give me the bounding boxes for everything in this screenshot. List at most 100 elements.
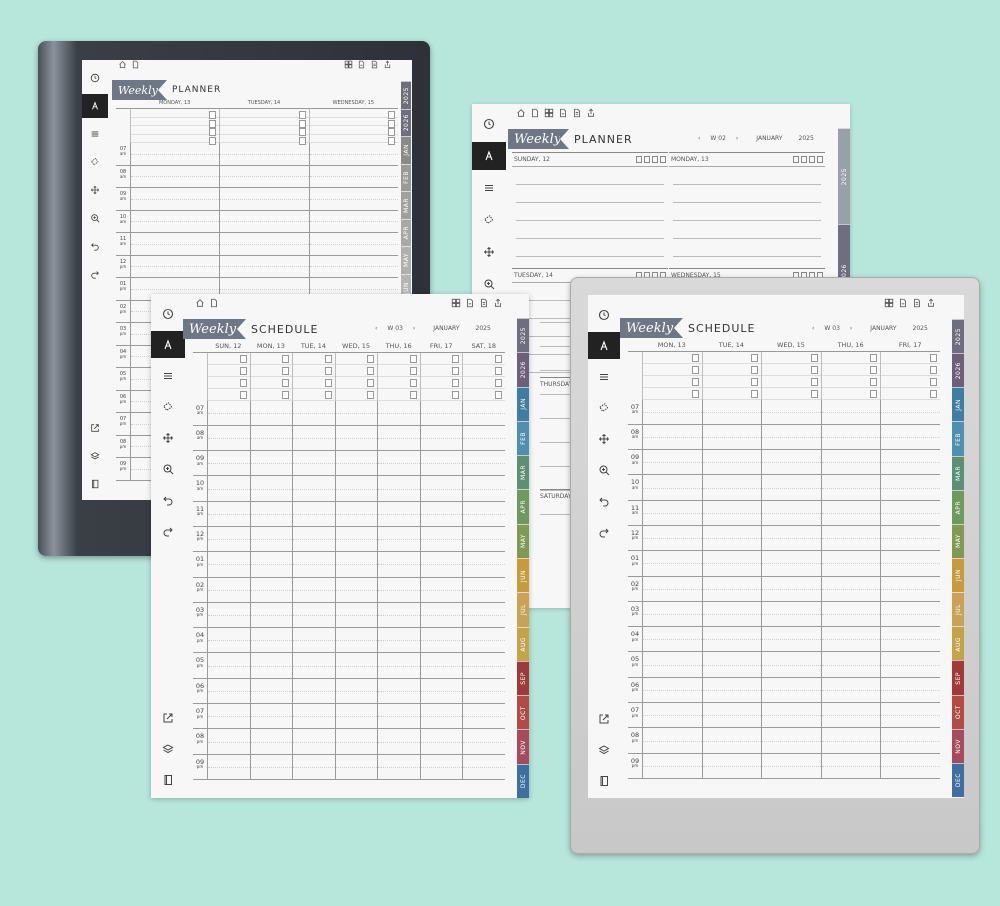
time-cell[interactable] — [308, 165, 399, 187]
time-cell[interactable] — [207, 704, 250, 729]
time-cell[interactable] — [701, 576, 762, 601]
time-cell[interactable] — [419, 602, 463, 628]
task-line[interactable] — [643, 352, 702, 364]
time-cell[interactable] — [880, 728, 940, 753]
time-cell[interactable] — [820, 525, 881, 551]
next-week-icon[interactable]: › — [413, 325, 415, 332]
file-b-icon[interactable] — [479, 298, 489, 308]
time-cell[interactable] — [419, 754, 463, 779]
time-cell[interactable] — [377, 501, 420, 526]
time-cell[interactable] — [880, 576, 940, 601]
time-cell[interactable] — [642, 652, 702, 677]
time-cell[interactable] — [207, 476, 250, 501]
time-cell[interactable] — [207, 754, 250, 779]
time-cell[interactable] — [292, 400, 335, 425]
time-cell[interactable] — [308, 233, 399, 255]
month-tab-may[interactable]: MAY — [401, 246, 411, 274]
time-cell[interactable] — [642, 576, 702, 601]
task-line[interactable] — [463, 365, 506, 377]
time-cell[interactable] — [334, 628, 378, 653]
time-cell[interactable] — [701, 677, 762, 703]
month-tab-oct[interactable]: OCT — [517, 695, 529, 730]
time-cell[interactable] — [761, 728, 821, 753]
undo-icon[interactable] — [82, 234, 108, 258]
month-tab-feb[interactable]: FEB — [401, 163, 411, 191]
document-icon[interactable] — [209, 298, 219, 308]
task-line[interactable] — [250, 377, 293, 389]
time-cell[interactable] — [334, 526, 378, 552]
prev-week-icon[interactable]: ‹ — [812, 325, 814, 332]
time-cell[interactable] — [642, 475, 702, 500]
time-cell[interactable] — [130, 233, 220, 255]
time-cell[interactable] — [462, 526, 505, 552]
time-cell[interactable] — [880, 551, 940, 576]
eraser-icon[interactable] — [472, 206, 506, 234]
task-line[interactable] — [463, 389, 506, 401]
time-cell[interactable] — [308, 255, 399, 277]
layers-icon[interactable] — [151, 735, 185, 762]
time-cell[interactable] — [462, 704, 505, 729]
month-tab-2025[interactable]: 2025 — [401, 81, 411, 109]
time-cell[interactable] — [419, 653, 463, 678]
zoom-icon[interactable] — [588, 456, 620, 483]
time-cell[interactable] — [292, 678, 335, 704]
time-cell[interactable] — [701, 753, 762, 778]
next-week-icon[interactable]: › — [736, 135, 738, 142]
pen-icon[interactable] — [588, 332, 620, 359]
document-icon[interactable] — [131, 60, 140, 69]
month-tab-apr[interactable]: APR — [952, 489, 964, 524]
task-line[interactable] — [220, 126, 309, 136]
time-cell[interactable] — [249, 425, 293, 451]
time-cell[interactable] — [377, 425, 420, 451]
task-line[interactable] — [293, 365, 335, 377]
task-line[interactable] — [208, 389, 250, 401]
time-cell[interactable] — [308, 188, 399, 210]
time-cell[interactable] — [207, 451, 250, 476]
time-cell[interactable] — [642, 525, 702, 551]
month-tab-mar[interactable]: MAR — [952, 455, 964, 490]
time-cell[interactable] — [207, 577, 250, 602]
task-line[interactable] — [881, 376, 940, 388]
time-cell[interactable] — [462, 602, 505, 628]
time-cell[interactable] — [761, 399, 821, 424]
undo-icon[interactable] — [151, 486, 185, 513]
time-cell[interactable] — [207, 501, 250, 526]
task-line[interactable] — [250, 389, 293, 401]
time-cell[interactable] — [377, 400, 420, 425]
checkbox-icon[interactable] — [652, 156, 658, 163]
time-cell[interactable] — [292, 704, 335, 729]
time-cell[interactable] — [334, 577, 378, 602]
time-cell[interactable] — [761, 601, 821, 627]
file-a-icon[interactable] — [357, 60, 366, 69]
time-cell[interactable] — [642, 627, 702, 652]
checkbox-icon[interactable] — [660, 156, 666, 163]
time-cell[interactable] — [642, 601, 702, 627]
time-cell[interactable] — [701, 500, 762, 525]
month-tab-2026[interactable]: 2026 — [952, 353, 964, 388]
task-line[interactable] — [643, 376, 702, 388]
task-line[interactable] — [293, 377, 335, 389]
time-cell[interactable] — [761, 652, 821, 677]
checkbox-icon[interactable] — [644, 156, 650, 163]
time-cell[interactable] — [249, 704, 293, 729]
task-line[interactable] — [208, 377, 250, 389]
time-cell[interactable] — [377, 653, 420, 678]
time-cell[interactable] — [207, 552, 250, 577]
history-icon[interactable] — [151, 300, 185, 327]
grid-icon[interactable] — [451, 298, 461, 308]
time-cell[interactable] — [642, 551, 702, 576]
move-icon[interactable] — [151, 424, 185, 451]
menu-lines-icon[interactable] — [82, 122, 108, 146]
time-cell[interactable] — [207, 526, 250, 552]
time-cell[interactable] — [462, 425, 505, 451]
time-cell[interactable] — [701, 627, 762, 652]
time-cell[interactable] — [419, 577, 463, 602]
redo-icon[interactable] — [82, 262, 108, 286]
writing-line[interactable] — [673, 203, 821, 221]
menu-lines-icon[interactable] — [588, 363, 620, 390]
time-cell[interactable] — [820, 753, 881, 778]
task-line[interactable] — [131, 109, 220, 119]
time-cell[interactable] — [377, 678, 420, 704]
time-cell[interactable] — [761, 627, 821, 652]
time-cell[interactable] — [334, 653, 378, 678]
